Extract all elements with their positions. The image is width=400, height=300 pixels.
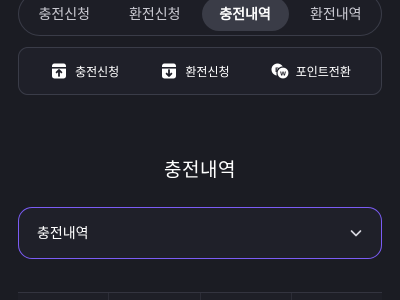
tab-deposit-history[interactable]: 충전내역 <box>202 0 289 31</box>
table-header-cell <box>201 293 292 300</box>
table-header-cell <box>18 293 110 300</box>
point-convert-icon: P W <box>270 61 290 81</box>
tab-withdraw-request[interactable]: 환전신청 <box>112 0 199 31</box>
point-convert-label: 포인트전환 <box>295 64 351 79</box>
tab-withdraw-history[interactable]: 환전내역 <box>293 0 380 31</box>
quick-action-bar: 충전신청 환전신청 P W 포인트전환 <box>18 47 382 95</box>
withdraw-card-icon <box>159 61 179 81</box>
withdraw-request-label: 환전신청 <box>185 64 230 79</box>
deposit-card-icon <box>49 61 69 81</box>
withdraw-request-button[interactable]: 환전신청 <box>159 61 230 81</box>
deposit-request-button[interactable]: 충전신청 <box>49 61 119 81</box>
page-title: 충전내역 <box>164 159 236 181</box>
top-tab-bar: 충전신청 환전신청 충전내역 환전내역 <box>18 0 382 36</box>
chevron-down-icon <box>349 226 363 240</box>
deposit-request-label: 충전신청 <box>75 64 120 79</box>
history-table-header <box>18 292 382 300</box>
charge-history-page: 충전신청 환전신청 충전내역 환전내역 충전신청 환전신청 P W 포인트전환 … <box>0 0 400 300</box>
tab-deposit-request[interactable]: 충전신청 <box>21 0 108 31</box>
point-convert-button[interactable]: P W 포인트전환 <box>270 61 351 81</box>
history-type-selected-value: 충전내역 <box>37 226 89 242</box>
svg-text:W: W <box>280 72 286 78</box>
table-header-cell <box>292 293 382 300</box>
history-type-select[interactable]: 충전내역 <box>18 207 382 259</box>
table-header-cell <box>109 293 201 300</box>
